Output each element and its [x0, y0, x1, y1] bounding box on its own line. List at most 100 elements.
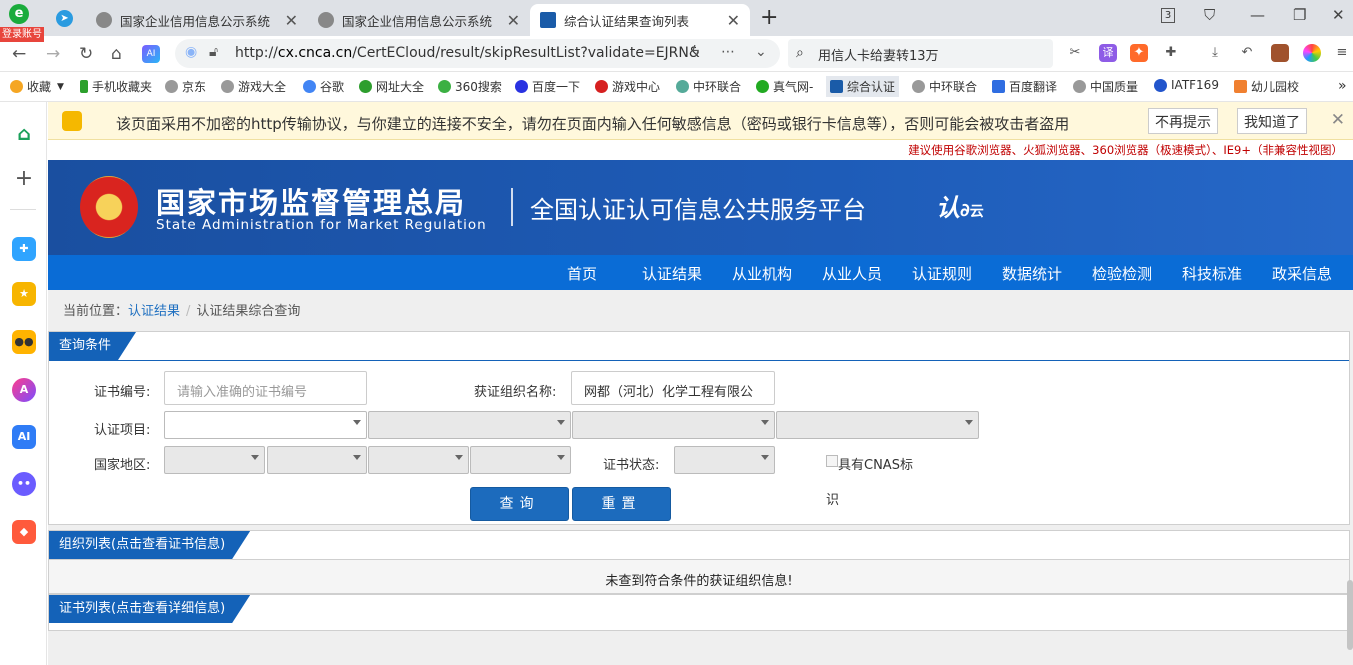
- bookmark-item[interactable]: 真气网-: [756, 78, 813, 95]
- query-panel: 查询条件 证书编号: 请输入准确的证书编号 获证组织名称: 网都（河北）化学工程…: [48, 331, 1350, 525]
- star-icon[interactable]: ★: [12, 282, 36, 306]
- bookmark-item[interactable]: 京东: [165, 78, 206, 95]
- warning-face-icon: [62, 111, 82, 131]
- undo-icon[interactable]: ↶: [1238, 44, 1256, 62]
- cert-no-input[interactable]: 请输入准确的证书编号: [164, 371, 367, 405]
- cert-project-select-3[interactable]: [572, 411, 775, 439]
- chat-bot-icon[interactable]: ••: [12, 472, 36, 496]
- bookmark-item[interactable]: 百度翻译: [992, 78, 1057, 95]
- bookmark-item[interactable]: 中环联合: [912, 78, 977, 95]
- nav-inspection[interactable]: 检验检测: [1092, 263, 1152, 284]
- back-icon[interactable]: ←: [12, 44, 26, 64]
- scissors-icon[interactable]: ✂: [1066, 44, 1084, 62]
- reset-button[interactable]: 重置: [572, 487, 671, 521]
- close-icon[interactable]: ✕: [727, 11, 740, 30]
- breadcrumb-link[interactable]: 认证结果: [128, 304, 180, 319]
- download-icon[interactable]: ⤓: [1206, 44, 1224, 62]
- menu-icon[interactable]: ≡: [1333, 44, 1351, 62]
- tab-title: 国家企业信用信息公示系统: [120, 13, 271, 29]
- nav-statistics[interactable]: 数据统计: [1002, 263, 1062, 284]
- bookmark-item[interactable]: 中环联合: [676, 78, 741, 95]
- cert-status-select[interactable]: [674, 446, 775, 474]
- nav-institutions[interactable]: 从业机构: [732, 263, 792, 284]
- tab-1[interactable]: 国家企业信用信息公示系统 ✕: [86, 4, 308, 36]
- close-icon[interactable]: ✕: [285, 11, 298, 30]
- url-box[interactable]: ◉ 🔓︎ http://cx.cnca.cn/CertECloud/result…: [175, 39, 780, 68]
- colorful-ai-icon[interactable]: [1303, 44, 1321, 62]
- bookmark-item[interactable]: 网址大全: [359, 78, 424, 95]
- minimize-icon[interactable]: —: [1250, 6, 1265, 24]
- globe-icon: [96, 12, 112, 28]
- bookmark-favorites[interactable]: 收藏 ▼: [10, 78, 64, 95]
- cert-project-select-4[interactable]: [776, 411, 979, 439]
- org-name-input[interactable]: 网都（河北）化学工程有限公: [571, 371, 775, 405]
- browser-logo-icon[interactable]: e: [9, 4, 29, 24]
- brand-title: 国家市场监督管理总局: [156, 186, 467, 220]
- new-tab-icon[interactable]: +: [760, 5, 778, 30]
- ai-chat-icon[interactable]: A: [12, 378, 36, 402]
- plus-app-icon[interactable]: ✚: [12, 237, 36, 261]
- bookmark-item[interactable]: IATF169: [1154, 78, 1219, 92]
- chevron-down-icon[interactable]: ⌄: [755, 44, 767, 60]
- bookmark-item[interactable]: 百度一下: [515, 78, 580, 95]
- no-remind-button[interactable]: 不再提示: [1148, 108, 1218, 134]
- ai-assistant-icon[interactable]: AI: [142, 45, 160, 63]
- region-select-3[interactable]: [368, 446, 469, 474]
- nav-rules[interactable]: 认证规则: [912, 263, 972, 284]
- insecure-lock-icon[interactable]: 🔓︎: [209, 44, 218, 60]
- translate-icon[interactable]: 译: [1099, 44, 1117, 62]
- bookmark-item[interactable]: 幼儿园校: [1234, 78, 1299, 95]
- cert-project-select-2[interactable]: [368, 411, 571, 439]
- close-icon[interactable]: ✕: [507, 11, 520, 30]
- more-bookmarks-icon[interactable]: »: [1338, 78, 1347, 94]
- search-box[interactable]: ⌕ 用信人卡给妻转13万: [788, 39, 1053, 68]
- tab-2[interactable]: 国家企业信用信息公示系统 ✕: [308, 4, 530, 36]
- bookmark-item[interactable]: 综合认证: [826, 76, 900, 97]
- nav-home[interactable]: 首页: [567, 263, 597, 284]
- nav-cert-results[interactable]: 认证结果: [642, 263, 702, 284]
- home-icon[interactable]: ⌂: [12, 122, 36, 146]
- got-it-button[interactable]: 我知道了: [1237, 108, 1307, 134]
- lightning-icon[interactable]: ϟ: [691, 44, 700, 60]
- bookmark-item[interactable]: 谷歌: [303, 78, 344, 95]
- reload-icon[interactable]: ↻: [79, 44, 93, 64]
- extensions-icon[interactable]: ✚: [1162, 44, 1180, 62]
- url-text[interactable]: http://cx.cnca.cn/CertECloud/result/skip…: [235, 45, 700, 61]
- shirt-icon[interactable]: ⛉: [1204, 6, 1215, 24]
- air-icon: [756, 80, 769, 93]
- robot-icon[interactable]: ●●: [12, 330, 36, 354]
- restore-icon[interactable]: ❐: [1293, 6, 1306, 24]
- region-select-4[interactable]: [470, 446, 571, 474]
- bookmark-item[interactable]: 手机收藏夹: [80, 78, 152, 95]
- gamepad-icon[interactable]: ◆: [12, 520, 36, 544]
- tab-count-icon[interactable]: 3: [1161, 8, 1175, 23]
- bookmark-item[interactable]: 游戏大全: [221, 78, 286, 95]
- bookmark-item[interactable]: 游戏中心: [595, 78, 660, 95]
- home-icon[interactable]: ⌂: [111, 44, 122, 64]
- search-button[interactable]: 查询: [470, 487, 569, 521]
- more-dots-icon[interactable]: ⋯: [721, 44, 735, 60]
- window-close-icon[interactable]: ✕: [1332, 6, 1345, 24]
- cert-project-select-1[interactable]: [164, 411, 367, 439]
- nav-personnel[interactable]: 从业人员: [822, 263, 882, 284]
- search-input[interactable]: 用信人卡给妻转13万: [818, 45, 939, 64]
- bookmark-item[interactable]: 360搜索: [438, 78, 502, 95]
- tab-3-active[interactable]: 综合认证结果查询列表 ✕: [530, 4, 750, 36]
- nav-standards[interactable]: 科技标准: [1182, 263, 1242, 284]
- add-icon[interactable]: +: [12, 167, 36, 191]
- forward-icon[interactable]: →: [46, 44, 60, 64]
- region-select-2[interactable]: [267, 446, 367, 474]
- ai-icon[interactable]: AI: [12, 425, 36, 449]
- region-select-1[interactable]: [164, 446, 265, 474]
- login-badge[interactable]: 登录账号: [0, 27, 44, 42]
- cnas-checkbox[interactable]: [826, 455, 838, 467]
- cert-list-title: 证书列表(点击查看详细信息): [49, 595, 250, 623]
- game-icon[interactable]: ✦: [1130, 44, 1148, 62]
- bookmark-item[interactable]: 中国质量: [1073, 78, 1138, 95]
- renzheng-cloud-logo: 认∂云: [936, 194, 984, 222]
- close-icon[interactable]: ✕: [1331, 110, 1345, 130]
- briefcase-icon[interactable]: [1271, 44, 1289, 62]
- nav-procurement[interactable]: 政采信息: [1272, 263, 1332, 284]
- page-scrollbar[interactable]: [1347, 580, 1353, 650]
- telegram-icon[interactable]: ➤: [56, 10, 73, 27]
